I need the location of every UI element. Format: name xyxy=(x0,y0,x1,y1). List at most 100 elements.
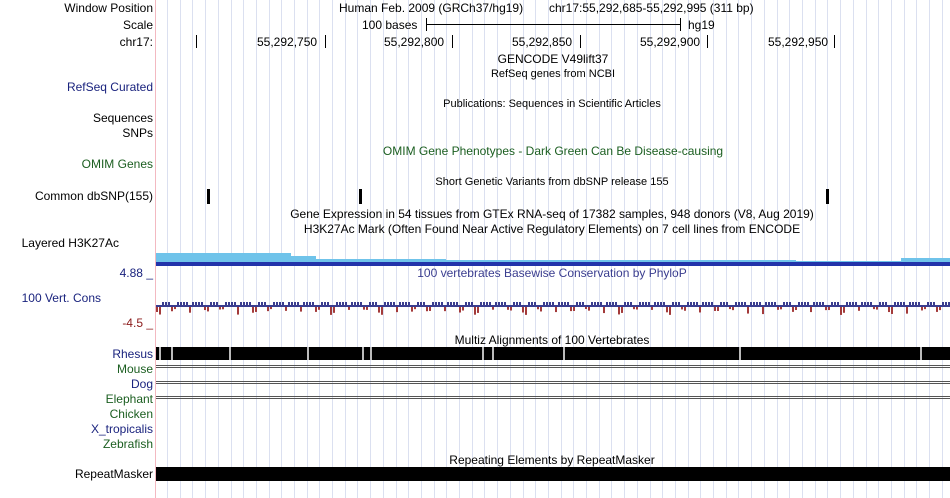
rhesus-alignment-bar[interactable] xyxy=(156,347,950,360)
conservation-bar xyxy=(438,302,440,305)
gencode-track-title[interactable]: GENCODE V49lift37 xyxy=(498,52,609,66)
conservation-bar xyxy=(561,302,563,305)
conservation-bar xyxy=(411,307,413,312)
conservation-bar xyxy=(609,302,611,305)
conservation-bar xyxy=(939,307,941,311)
conservation-bar xyxy=(231,302,233,305)
ruler-position: 55,292,750 xyxy=(257,35,318,49)
conservation-bar xyxy=(645,302,647,305)
conservation-bar xyxy=(921,307,923,311)
conservation-bar xyxy=(885,302,887,305)
species-label-chicken[interactable]: Chicken xyxy=(1,407,153,421)
conservation-bar xyxy=(273,302,275,305)
track-label-layered-h3k27ac[interactable]: Layered H3K27Ac xyxy=(0,236,119,250)
conservation-bar xyxy=(315,307,317,312)
conservation-bar xyxy=(741,302,743,305)
conservation-bar xyxy=(744,302,746,305)
conservation-bar xyxy=(426,307,428,312)
track-label-repeatmasker[interactable]: RepeatMasker xyxy=(1,467,153,481)
conservation-bar xyxy=(459,307,461,313)
conservation-bar xyxy=(699,307,701,313)
conservation-bar xyxy=(378,307,380,313)
track-label-omim[interactable]: OMIM Genes xyxy=(1,157,153,171)
conservation-bar xyxy=(552,302,554,305)
track-label-snps[interactable]: SNPs xyxy=(1,126,153,140)
conservation-bar xyxy=(666,307,668,313)
conservation-bar xyxy=(546,302,548,305)
conservation-bar xyxy=(246,302,248,305)
conservation-bar xyxy=(372,302,374,305)
conservation-bar xyxy=(909,302,911,305)
conservation-bar xyxy=(585,307,587,310)
conservation-bar xyxy=(648,302,650,305)
conservation-bar xyxy=(858,307,860,311)
species-label-rhesus[interactable]: Rhesus xyxy=(1,347,153,361)
conservation-bar xyxy=(525,307,527,315)
conservation-bar xyxy=(387,302,389,305)
conservation-bar xyxy=(627,302,629,305)
conservation-bar xyxy=(423,302,425,305)
track-label-common-dbsnp[interactable]: Common dbSNP(155) xyxy=(1,189,153,203)
conservation-bar xyxy=(654,302,656,305)
species-label-zebrafish[interactable]: Zebrafish xyxy=(1,437,153,451)
conservation-bar xyxy=(570,307,572,312)
conservation-bar xyxy=(408,302,410,305)
conservation-bar xyxy=(918,302,920,305)
track-label-refseq[interactable]: RefSeq Curated xyxy=(1,80,153,94)
rhesus-alignment-gap xyxy=(492,347,494,360)
conservation-bar xyxy=(555,307,557,313)
snp-marker[interactable] xyxy=(359,189,362,204)
conservation-bar xyxy=(507,307,509,310)
track-image[interactable]: Human Feb. 2009 (GRCh37/hg19) chr17:55,2… xyxy=(156,0,950,498)
ruler-tick xyxy=(707,35,708,48)
rhesus-alignment-gap xyxy=(171,347,173,360)
conservation-bar xyxy=(156,307,158,312)
conservation-bar xyxy=(663,302,665,305)
conservation-bar xyxy=(522,307,524,313)
conservation-bar xyxy=(444,307,446,312)
snp-marker[interactable] xyxy=(207,189,210,204)
conservation-bar xyxy=(630,302,632,305)
conservation-bar xyxy=(669,307,671,315)
scale-bar-right-tick xyxy=(680,18,681,31)
conservation-bar xyxy=(936,307,938,312)
rhesus-alignment-gap xyxy=(229,347,231,360)
ruler-position: 55,292,950 xyxy=(768,35,829,49)
conservation-bar xyxy=(327,302,329,305)
conservation-bar xyxy=(216,302,218,305)
species-label-mouse[interactable]: Mouse xyxy=(1,362,153,376)
conservation-baseline xyxy=(156,305,950,307)
conservation-bar xyxy=(597,302,599,305)
conservation-bar xyxy=(456,302,458,305)
conservation-bar xyxy=(705,302,707,305)
conservation-bar xyxy=(633,307,635,310)
conservation-bar xyxy=(159,307,161,315)
conservation-bar xyxy=(696,302,698,305)
conservation-bar xyxy=(462,307,464,311)
conservation-bar xyxy=(657,302,659,305)
conservation-bar xyxy=(594,302,596,305)
conservation-bar xyxy=(354,302,356,305)
conservation-bar xyxy=(384,302,386,305)
ruler-tick xyxy=(580,35,581,48)
track-label-sequences[interactable]: Sequences xyxy=(1,111,153,125)
conservation-bar xyxy=(729,307,731,310)
conservation-bar xyxy=(831,302,833,305)
conservation-bar xyxy=(930,302,932,305)
species-label-elephant[interactable]: Elephant xyxy=(1,392,153,406)
snp-marker[interactable] xyxy=(826,189,829,204)
species-label-dog[interactable]: Dog xyxy=(1,377,153,391)
repeatmasker-bar[interactable] xyxy=(156,467,950,481)
conservation-bar xyxy=(348,307,350,310)
conservation-bar xyxy=(906,307,908,314)
conservation-bar xyxy=(852,302,854,305)
gtex-track-desc: Gene Expression in 54 tissues from GTEx … xyxy=(290,207,814,221)
conservation-bar xyxy=(324,302,326,305)
conservation-bar xyxy=(861,302,863,305)
track-label-100-vert-cons[interactable]: 100 Vert. Cons xyxy=(0,291,101,305)
conservation-bar xyxy=(732,307,734,311)
species-label-x-tropicalis[interactable]: X_tropicalis xyxy=(1,422,153,436)
conservation-bar xyxy=(813,302,815,305)
conservation-bar xyxy=(636,307,638,310)
conservation-bar xyxy=(174,307,176,310)
